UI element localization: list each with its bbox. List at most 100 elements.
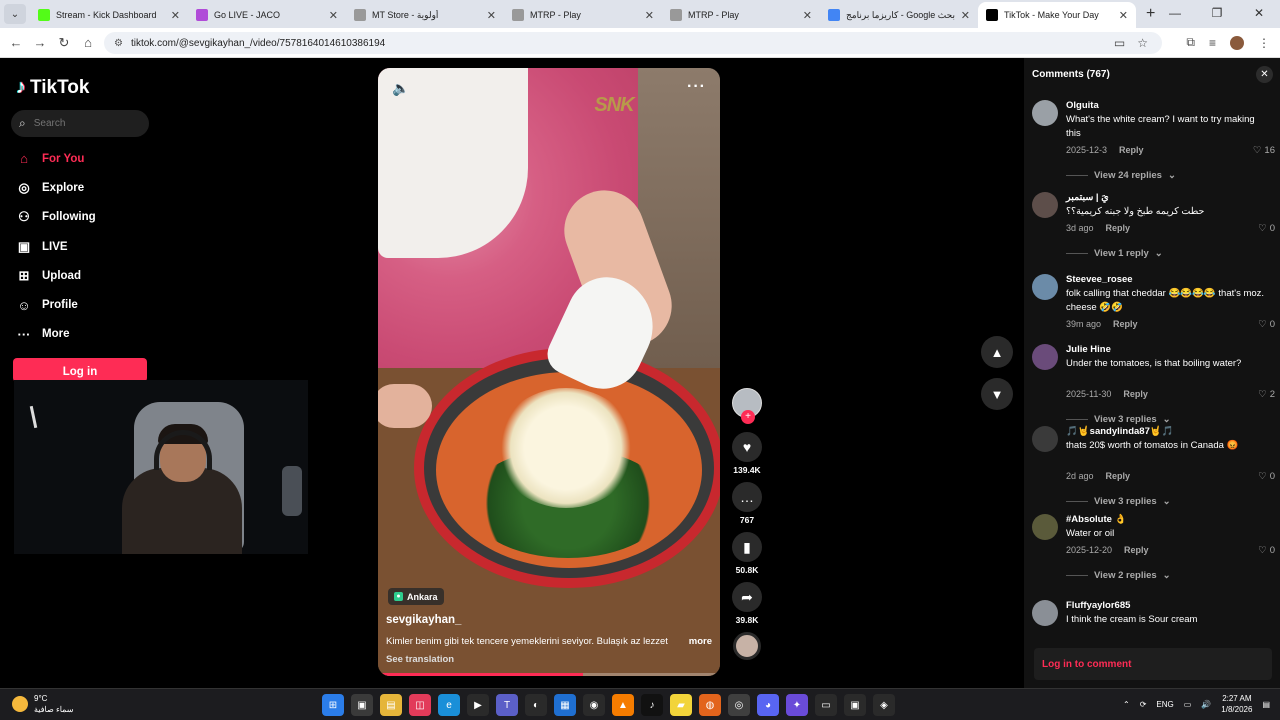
comment-like[interactable]: ♡ 2 bbox=[1258, 389, 1275, 400]
comment-username[interactable]: Steevee_rosee bbox=[1066, 274, 1133, 285]
comment-username[interactable]: #Absolute 👌 bbox=[1066, 514, 1126, 525]
teams-icon[interactable]: T bbox=[496, 694, 518, 716]
view-replies-button[interactable]: View 3 replies ⌄ bbox=[1066, 414, 1171, 425]
app-icon-dark[interactable]: ▣ bbox=[844, 694, 866, 716]
sidebar-item-profile[interactable]: ☺ Profile bbox=[14, 290, 96, 319]
location-tag[interactable]: ● Ankara bbox=[388, 588, 444, 605]
browser-tab[interactable]: TikTok - Make Your Day ✕ bbox=[978, 2, 1136, 28]
comment-username[interactable]: 🎵🤘sandylinda87🤘🎵 bbox=[1066, 426, 1174, 437]
comment-like[interactable]: ♡ 0 bbox=[1258, 545, 1275, 556]
reply-button[interactable]: Reply bbox=[1123, 389, 1148, 399]
share-icon[interactable]: ➦ bbox=[732, 582, 762, 612]
view-replies-button[interactable]: View 1 reply ⌄ bbox=[1066, 248, 1163, 259]
next-video-button[interactable]: ▼ bbox=[981, 378, 1013, 410]
description-more-link[interactable]: more bbox=[689, 636, 712, 647]
app-icon-purple[interactable]: ✦ bbox=[786, 694, 808, 716]
forward-icon[interactable]: → bbox=[28, 35, 52, 50]
comment-username[interactable]: Fluffyaylor685 bbox=[1066, 600, 1130, 611]
view-replies-button[interactable]: View 2 replies ⌄ bbox=[1066, 570, 1171, 581]
reply-button[interactable]: Reply bbox=[1106, 223, 1131, 233]
volume-tray-icon[interactable]: 🔊 bbox=[1201, 700, 1211, 709]
sync-icon[interactable]: ⟳ bbox=[1140, 700, 1147, 709]
reply-button[interactable]: Reply bbox=[1106, 471, 1131, 481]
tab-close-icon[interactable]: ✕ bbox=[171, 9, 180, 22]
sidebar-item-following[interactable]: ⚇ Following bbox=[14, 203, 95, 232]
tab-close-icon[interactable]: ✕ bbox=[645, 9, 654, 22]
commenter-avatar[interactable] bbox=[1032, 100, 1058, 126]
reading-list-icon[interactable]: ≡ bbox=[1209, 36, 1216, 50]
music-disc-icon[interactable] bbox=[733, 632, 761, 660]
comment-icon[interactable]: … bbox=[732, 482, 762, 512]
file-explorer-icon[interactable]: ▤ bbox=[380, 694, 402, 716]
save-action[interactable]: ▮ 50.8K bbox=[732, 532, 762, 575]
commenter-avatar[interactable] bbox=[1032, 192, 1058, 218]
heart-icon[interactable]: ♥ bbox=[732, 432, 762, 462]
play-store-icon[interactable]: ▶ bbox=[467, 694, 489, 716]
tiktok-app-icon[interactable]: ♪ bbox=[641, 694, 663, 716]
tab-search-button[interactable]: ⌄ bbox=[4, 4, 26, 24]
comment-like[interactable]: ♡ 0 bbox=[1258, 471, 1275, 482]
app-icon-gray[interactable]: ▭ bbox=[815, 694, 837, 716]
comment-like[interactable]: ♡ 0 bbox=[1258, 223, 1275, 234]
video-options-icon[interactable]: ··· bbox=[687, 78, 706, 96]
search-box[interactable]: ⌕ bbox=[11, 110, 149, 137]
commenter-avatar[interactable] bbox=[1032, 274, 1058, 300]
comment-username[interactable]: Olguita bbox=[1066, 100, 1099, 111]
comment-like[interactable]: ♡ 16 bbox=[1253, 145, 1275, 156]
reload-icon[interactable]: ↻ bbox=[52, 35, 76, 51]
reply-button[interactable]: Reply bbox=[1124, 545, 1149, 555]
firefox-icon[interactable]: ◍ bbox=[699, 694, 721, 716]
sidebar-item-upload[interactable]: ⊞ Upload bbox=[14, 261, 96, 290]
share-action[interactable]: ➦ 39.8K bbox=[732, 582, 762, 625]
tab-close-icon[interactable]: ✕ bbox=[329, 9, 338, 22]
comment-action[interactable]: … 767 bbox=[732, 482, 762, 525]
browser-tab[interactable]: Stream - Kick Dashboard ✕ bbox=[30, 2, 188, 28]
tab-close-icon[interactable]: ✕ bbox=[487, 9, 496, 22]
comment-username[interactable]: Julie Hine bbox=[1066, 344, 1111, 355]
video-player[interactable]: 🔈 ··· ● Ankara sevgikayhan_ Kimler benim… bbox=[378, 68, 720, 676]
start-icon[interactable]: ⊞ bbox=[322, 694, 344, 716]
photos-icon[interactable]: ◐ bbox=[525, 694, 547, 716]
tiktok-logo[interactable]: ♪ TikTok bbox=[16, 76, 89, 99]
comment-like[interactable]: ♡ 0 bbox=[1258, 319, 1275, 330]
language-indicator[interactable]: ENG bbox=[1156, 700, 1173, 709]
task-view-icon[interactable]: ▣ bbox=[351, 694, 373, 716]
install-app-icon[interactable]: ▭ bbox=[1114, 36, 1125, 50]
weather-widget[interactable]: 9°C سماء صافية bbox=[12, 693, 74, 715]
view-replies-button[interactable]: View 24 replies ⌄ bbox=[1066, 170, 1176, 181]
address-bar[interactable]: ⚙ tiktok.com/@sevgikayhan_/video/7578164… bbox=[104, 32, 1162, 54]
home-page-icon[interactable]: ⌂ bbox=[76, 35, 100, 50]
notifications-icon[interactable]: ▤ bbox=[1262, 700, 1270, 709]
bookmark-star-icon[interactable]: ☆ bbox=[1137, 36, 1148, 50]
tab-close-icon[interactable]: ✕ bbox=[961, 9, 970, 22]
edge-icon[interactable]: e bbox=[438, 694, 460, 716]
close-comments-icon[interactable]: ✕ bbox=[1256, 66, 1273, 83]
commenter-avatar[interactable] bbox=[1032, 426, 1058, 452]
commenter-avatar[interactable] bbox=[1032, 514, 1058, 540]
store-icon[interactable]: ▦ bbox=[554, 694, 576, 716]
app-icon-orange[interactable]: ▲ bbox=[612, 694, 634, 716]
browser-tab[interactable]: MT Store - أولوية ✕ bbox=[346, 2, 504, 28]
search-input[interactable] bbox=[33, 118, 134, 129]
sidebar-item-more[interactable]: ··· More bbox=[14, 320, 96, 349]
minimize-icon[interactable]: — bbox=[1154, 0, 1196, 28]
see-translation-link[interactable]: See translation bbox=[386, 654, 454, 665]
browser-tab[interactable]: MTRP - Play ✕ bbox=[662, 2, 820, 28]
chrome-icon[interactable]: ◎ bbox=[728, 694, 750, 716]
tab-close-icon[interactable]: ✕ bbox=[803, 9, 812, 22]
login-button[interactable]: Log in bbox=[13, 358, 147, 382]
login-to-comment-button[interactable]: Log in to comment bbox=[1034, 648, 1272, 680]
like-action[interactable]: ♥ 139.4K bbox=[732, 432, 762, 475]
creator-avatar[interactable]: + bbox=[732, 388, 762, 424]
site-info-icon[interactable]: ⚙ bbox=[114, 38, 123, 49]
back-icon[interactable]: ← bbox=[4, 35, 28, 50]
extensions-icon[interactable]: ⧉ bbox=[1186, 35, 1195, 50]
browser-tab[interactable]: كاريزما برنامج - Google بحث ✕ bbox=[820, 2, 978, 28]
video-progress-bar[interactable] bbox=[378, 673, 720, 676]
restore-icon[interactable]: ❐ bbox=[1196, 0, 1238, 28]
volume-icon[interactable]: 🔈 bbox=[392, 80, 409, 97]
video-username[interactable]: sevgikayhan_ bbox=[386, 614, 461, 626]
app-icon-blue[interactable]: ◈ bbox=[873, 694, 895, 716]
follow-plus-icon[interactable]: + bbox=[741, 410, 755, 424]
sidebar-item-explore[interactable]: ◎ Explore bbox=[14, 173, 96, 202]
